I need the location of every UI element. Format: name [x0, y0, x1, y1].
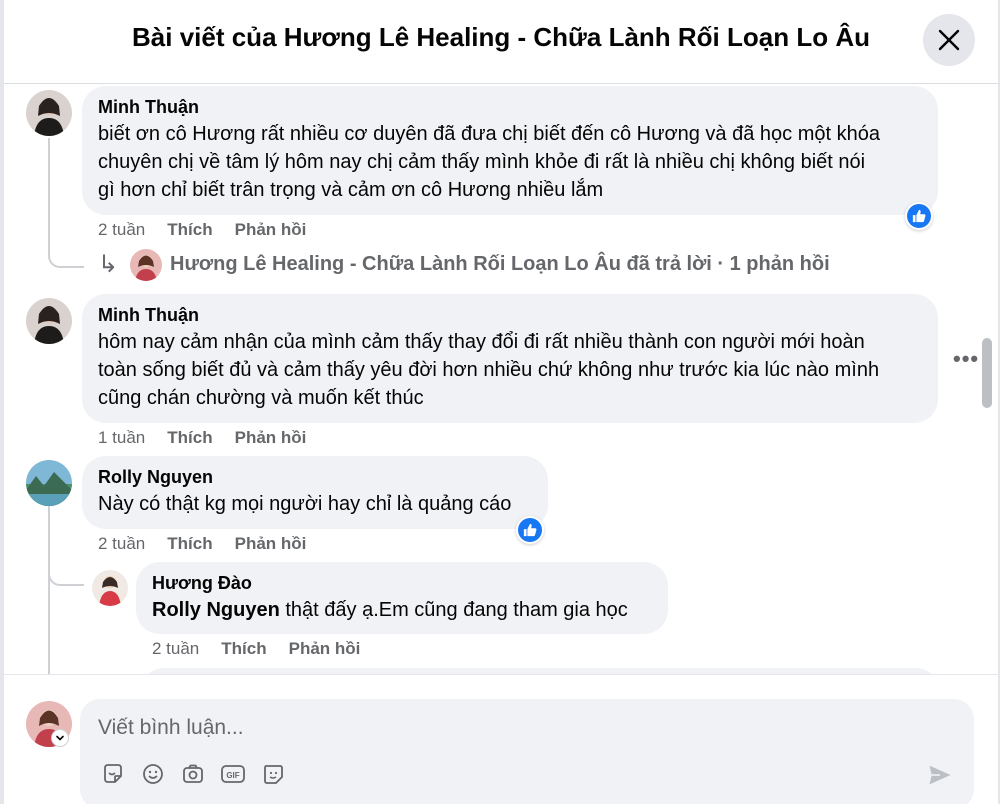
mention-link[interactable]: Rolly Nguyen — [152, 599, 280, 621]
modal-title: Bài viết của Hương Lê Healing - Chữa Làn… — [132, 22, 870, 52]
like-button[interactable]: Thích — [167, 220, 212, 240]
gif-button[interactable]: GIF — [220, 761, 246, 787]
modal-header: Bài viết của Hương Lê Healing - Chữa Làn… — [4, 0, 998, 84]
reply-button[interactable]: Phản hồi — [235, 428, 307, 448]
sticker-button[interactable] — [100, 761, 126, 787]
chevron-down-icon — [56, 735, 64, 741]
camera-button[interactable] — [180, 761, 206, 787]
reply-time[interactable]: 2 tuần — [152, 639, 199, 659]
like-button[interactable]: Thích — [221, 639, 266, 659]
comment-actions: 1 tuần Thích Phản hồi — [98, 428, 306, 448]
reaction-badge[interactable] — [516, 516, 544, 544]
emoji-button[interactable] — [140, 761, 166, 787]
comment-actions: 2 tuần Thích Phản hồi — [98, 220, 306, 240]
sticker-icon — [104, 764, 122, 783]
comment-composer: GIF — [80, 699, 974, 804]
reply-button[interactable]: Phản hồi — [235, 220, 307, 240]
comment-time[interactable]: 1 tuần — [98, 428, 145, 448]
avatar[interactable] — [26, 90, 72, 136]
close-button[interactable] — [923, 14, 975, 66]
profile-switcher-button[interactable] — [51, 729, 69, 747]
avatar-sticker-icon — [264, 765, 283, 784]
comments-feed[interactable]: Minh Thuận biết ơn cô Hương rất nhiều cơ… — [4, 84, 998, 674]
comment-author[interactable]: Rolly Nguyen — [98, 466, 532, 488]
avatar[interactable] — [92, 570, 128, 606]
comment-actions: 2 tuần Thích Phản hồi — [98, 534, 306, 554]
comment-input[interactable] — [98, 713, 798, 743]
comment-text-line: biết ơn cô Hương rất nhiều cơ duyên đã đ… — [98, 123, 880, 145]
emoji-icon — [143, 764, 163, 784]
more-options-icon[interactable]: ••• — [953, 346, 979, 372]
view-replies-link[interactable]: Hương Lê Healing - Chữa Lành Rối Loạn Lo… — [170, 253, 830, 276]
thread-line — [48, 138, 50, 258]
scrollbar-thumb[interactable] — [982, 338, 992, 408]
comment-author[interactable]: Minh Thuận — [98, 96, 922, 118]
reply-text-body: thật đấy ạ.Em cũng đang tham gia học — [279, 599, 628, 621]
like-icon — [912, 209, 926, 223]
send-icon — [929, 765, 951, 785]
reply-button[interactable]: Phản hồi — [235, 534, 307, 554]
like-button[interactable]: Thích — [167, 534, 212, 554]
camera-icon — [183, 764, 203, 783]
reply-actions: 2 tuần Thích Phản hồi — [152, 639, 360, 659]
svg-text:GIF: GIF — [226, 771, 239, 780]
send-button[interactable] — [926, 761, 954, 789]
thread-line — [48, 506, 50, 674]
comment-text-line: hôm nay cảm nhận của mình cảm thấy thay … — [98, 331, 865, 353]
post-comments-modal: Bài viết của Hương Lê Healing - Chữa Làn… — [4, 0, 998, 804]
comment-bubble: Minh Thuận hôm nay cảm nhận của mình cảm… — [82, 294, 938, 423]
thread-line-curve — [48, 256, 84, 268]
reply-button[interactable]: Phản hồi — [289, 639, 361, 659]
like-button[interactable]: Thích — [167, 428, 212, 448]
comment-bubble: Rolly Nguyen Này có thật kg mọi người ha… — [82, 456, 548, 529]
comment-time[interactable]: 2 tuần — [98, 534, 145, 554]
gif-icon: GIF — [221, 765, 245, 783]
page-avatar[interactable] — [130, 249, 162, 281]
reaction-badge[interactable] — [905, 202, 933, 230]
reply-bubble: Hương Đào Rolly Nguyen thật đấy ạ.Em cũn… — [136, 562, 668, 634]
comment-bubble: Minh Thuận biết ơn cô Hương rất nhiều cơ… — [82, 86, 938, 215]
reply-author[interactable]: Hương Đào — [152, 572, 652, 594]
reply-arrow-icon: ↳ — [98, 251, 119, 278]
comment-text-line: cũng chán chường và muốn kết thúc — [98, 387, 424, 409]
comment-text-line: gì hơn chỉ biết trân trọng và cảm ơn cô … — [98, 179, 604, 201]
avatar-sticker-button[interactable] — [260, 761, 286, 787]
comment-composer-area: GIF — [4, 674, 998, 804]
like-icon — [523, 523, 537, 537]
comment-text-line: toàn sống biết đủ và cảm thấy yêu đời hơ… — [98, 359, 880, 381]
avatar[interactable] — [26, 298, 72, 344]
avatar[interactable] — [26, 460, 72, 506]
comment-text-line: chuyên chị về tâm lý hôm nay chị cảm thấ… — [98, 151, 866, 173]
reply-text: Rolly Nguyen thật đấy ạ.Em cũng đang tha… — [152, 596, 652, 624]
close-icon — [938, 29, 960, 51]
thread-line-curve — [48, 572, 84, 586]
comment-text-line: Này có thật kg mọi người hay chỉ là quản… — [98, 493, 512, 515]
comment-author[interactable]: Minh Thuận — [98, 304, 922, 326]
comment-time[interactable]: 2 tuần — [98, 220, 145, 240]
